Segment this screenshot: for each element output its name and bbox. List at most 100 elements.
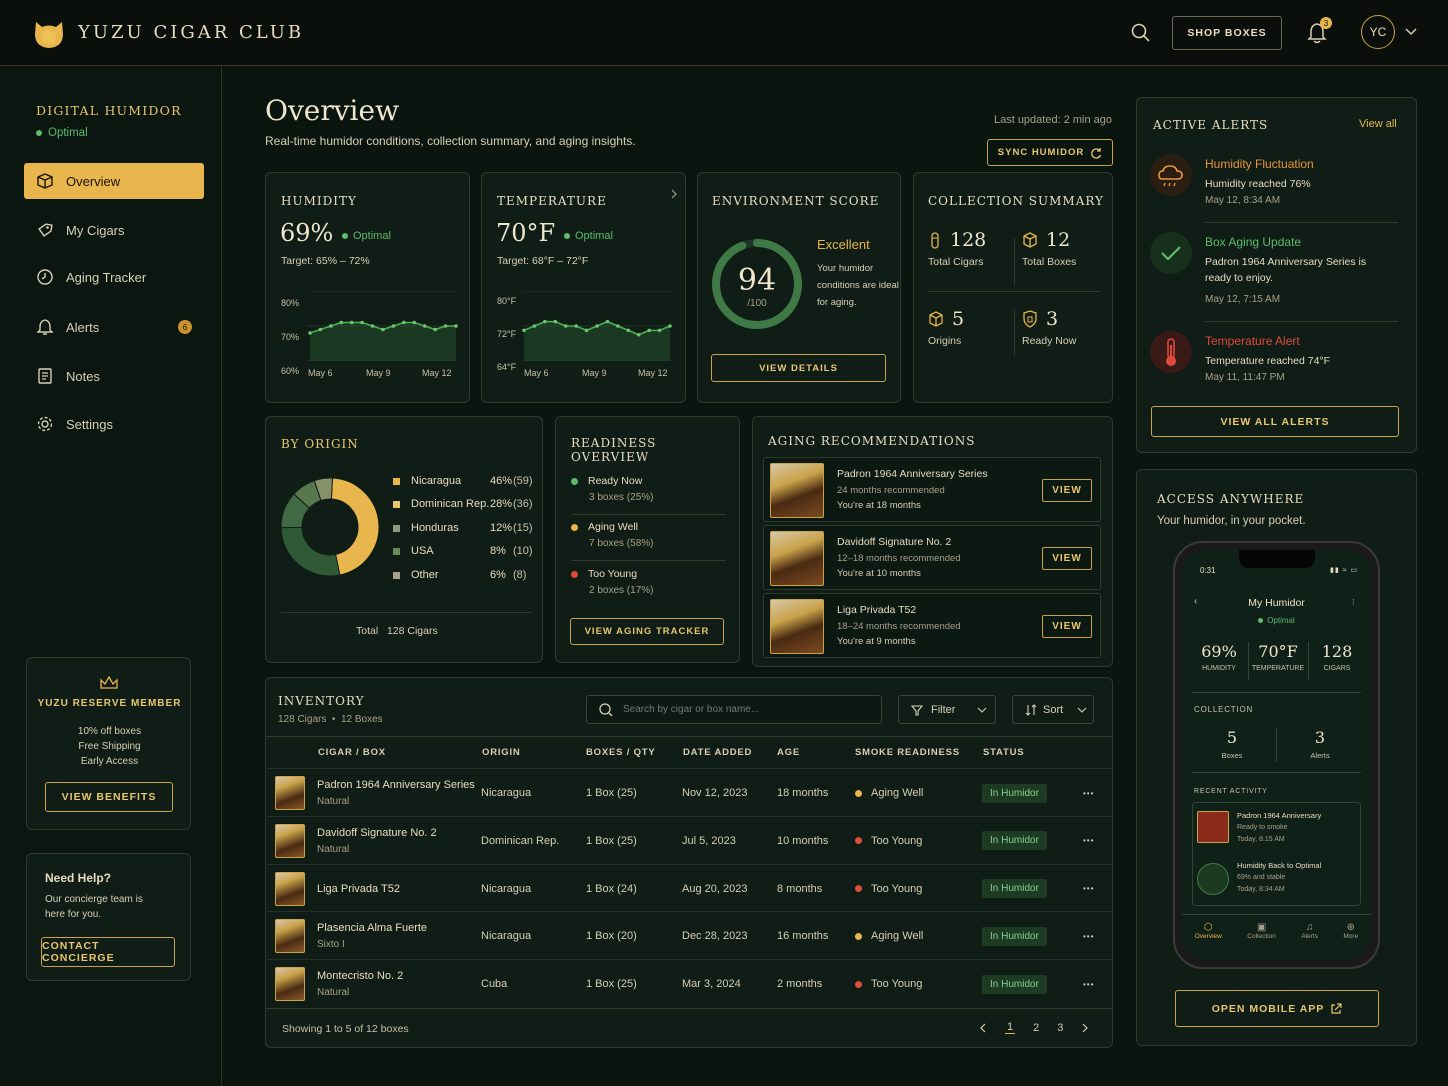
view-benefits-button[interactable]: VIEW BENEFITS: [45, 782, 173, 812]
phone-tab[interactable]: ♫ Alerts: [1301, 922, 1318, 940]
sidebar-item-my-cigars[interactable]: My Cigars: [24, 212, 204, 248]
inventory-box-count: 12 Boxes: [340, 714, 383, 725]
table-row[interactable]: Padron 1964 Anniversary Series Natural Nic…: [265, 768, 1113, 816]
temperature-target: Target: 68°F – 72°F: [497, 255, 589, 267]
cigar-name[interactable]: Plasencia Alma Fuerte: [317, 922, 427, 934]
date-added-cell: Mar 3, 2024: [682, 978, 741, 991]
gear-icon: [37, 416, 53, 432]
table-row[interactable]: Liga Privada T52 Nicaragua 1 Box (24) Aug 2…: [265, 863, 1113, 913]
open-mobile-app-button[interactable]: OPEN MOBILE APP: [1175, 990, 1379, 1027]
y-tick-label: 80%: [281, 298, 300, 308]
origin-cell: Nicaragua: [481, 930, 532, 943]
contact-concierge-button[interactable]: CONTACT CONCIERGE: [41, 937, 175, 967]
page-button[interactable]: 1: [1005, 1021, 1016, 1034]
cigar-name-cell: Liga Privada T52: [317, 865, 400, 913]
divider: [281, 612, 531, 613]
aging-title: AGING RECOMMENDATIONS: [768, 434, 976, 448]
readiness-row: Aging Well 7 boxes (58%): [571, 521, 726, 561]
temperature-value: 70°F: [496, 219, 556, 247]
cigar-name[interactable]: Padron 1964 Anniversary Series: [317, 779, 475, 791]
user-avatar[interactable]: YC: [1361, 15, 1395, 49]
phone-tab[interactable]: ▣ Collection: [1247, 922, 1276, 940]
sort-button[interactable]: Sort: [1012, 695, 1094, 724]
table-row[interactable]: Davidoff Signature No. 2 Natural Dominican…: [265, 815, 1113, 865]
alert-item[interactable]: Box Aging Update Padron 1964 Anniversary …: [1150, 230, 1398, 322]
sync-humidor-button[interactable]: SYNC HUMIDOR: [987, 139, 1113, 166]
phone-activity-item[interactable]: Padron 1964 Anniversary Ready to smoke T…: [1237, 810, 1321, 846]
page-button[interactable]: 3: [1057, 1022, 1063, 1034]
table-row[interactable]: Montecristo No. 2 Natural Cuba 1 Box (25) Ma…: [265, 959, 1113, 1007]
inventory-search[interactable]: [586, 695, 882, 724]
cigar-name[interactable]: Liga Privada T52: [317, 883, 400, 895]
temperature-chart: [522, 291, 672, 361]
column-header[interactable]: DATE ADDED: [683, 747, 752, 758]
temperature-status: Optimal: [575, 230, 613, 242]
column-header[interactable]: CIGAR / BOX: [318, 747, 386, 758]
alert-time: May 11, 11:47 PM: [1205, 372, 1285, 383]
alert-item[interactable]: Humidity Fluctuation Humidity reached 76%…: [1150, 152, 1398, 223]
chevron-down-icon[interactable]: [1405, 28, 1417, 36]
x-tick-label: May 6: [308, 368, 333, 378]
phone-activity-item[interactable]: Humidity Back to Optimal 69% and stable …: [1237, 860, 1321, 896]
chevron-right-icon[interactable]: [670, 189, 678, 199]
column-header[interactable]: BOXES / QTY: [586, 747, 656, 758]
cigar-name[interactable]: Davidoff Signature No. 2: [317, 827, 437, 839]
more-horizontal-icon[interactable]: •••: [1083, 912, 1094, 960]
page-title: Overview: [265, 94, 400, 127]
filter-button[interactable]: Filter: [898, 695, 996, 724]
phone-tab[interactable]: ⊕ More: [1343, 922, 1358, 940]
more-horizontal-icon[interactable]: •••: [1083, 865, 1094, 913]
shop-boxes-button[interactable]: SHOP BOXES: [1172, 16, 1282, 50]
status-dot: [342, 233, 348, 239]
alert-text: Padron 1964 Anniversary Series is ready …: [1205, 256, 1367, 284]
readiness-cell: Aging Well: [855, 769, 923, 817]
cigar-name[interactable]: Montecristo No. 2: [317, 970, 403, 982]
readiness-label: Too Young: [871, 882, 923, 895]
sidebar-item-alerts[interactable]: Alerts 6: [24, 309, 204, 345]
sidebar-item-settings[interactable]: Settings: [24, 406, 204, 442]
column-header[interactable]: SMOKE READINESS: [855, 747, 960, 758]
legend-count: (59): [513, 475, 533, 487]
view-button[interactable]: VIEW: [1042, 479, 1092, 502]
column-header[interactable]: ORIGIN: [482, 747, 521, 758]
table-row[interactable]: Plasencia Alma Fuerte Sixto I Nicaragua 1 B…: [265, 911, 1113, 959]
search-icon[interactable]: [1131, 23, 1150, 42]
readiness-sub: 7 boxes (58%): [589, 538, 654, 549]
status-dot: [855, 980, 862, 988]
filter-label: Filter: [931, 703, 956, 716]
chart-point: [657, 328, 662, 333]
phone-coll-stat: 3 Alerts: [1280, 728, 1360, 760]
view-button[interactable]: VIEW: [1042, 547, 1092, 570]
alert-item[interactable]: Temperature Alert Temperature reached 74°…: [1150, 329, 1398, 393]
brand-logo-icon[interactable]: [32, 16, 66, 50]
search-input[interactable]: [623, 704, 863, 715]
more-horizontal-icon[interactable]: •••: [1083, 769, 1094, 817]
age-cell: 10 months: [777, 834, 829, 847]
view-aging-tracker-button[interactable]: VIEW AGING TRACKER: [570, 618, 724, 645]
phone-tab[interactable]: ⬡ Overview: [1195, 922, 1222, 940]
page-button[interactable]: 2: [1033, 1022, 1039, 1034]
legend-percent: 6%: [490, 568, 506, 581]
more-horizontal-icon[interactable]: •••: [1083, 817, 1094, 865]
env-score-max: /100: [747, 298, 767, 309]
chevron-left-icon[interactable]: [979, 1023, 987, 1033]
more-horizontal-icon[interactable]: •••: [1083, 960, 1094, 1008]
more-vertical-icon[interactable]: ⁝: [1352, 597, 1355, 608]
chevron-right-icon[interactable]: [1081, 1023, 1089, 1033]
column-header[interactable]: AGE: [777, 747, 800, 758]
readiness-sub: 3 boxes (25%): [589, 492, 654, 503]
view-all-link[interactable]: View all: [1359, 118, 1397, 130]
view-button[interactable]: VIEW: [1042, 615, 1092, 638]
sidebar-item-notes[interactable]: Notes: [24, 358, 204, 394]
sidebar-item-overview[interactable]: Overview: [24, 163, 204, 199]
legend-swatch: [393, 524, 400, 532]
notification-count-badge: 3: [1320, 17, 1332, 29]
sidebar-item-aging-tracker[interactable]: Aging Tracker: [24, 259, 204, 295]
brand-name[interactable]: YUZU CIGAR CLUB: [78, 22, 304, 43]
note-icon: [38, 368, 52, 384]
chart-point: [370, 324, 375, 328]
view-all-alerts-button[interactable]: VIEW ALL ALERTS: [1151, 406, 1399, 437]
age-cell: 18 months: [777, 787, 829, 799]
view-details-button[interactable]: VIEW DETAILS: [711, 354, 886, 382]
column-header[interactable]: STATUS: [983, 747, 1024, 758]
